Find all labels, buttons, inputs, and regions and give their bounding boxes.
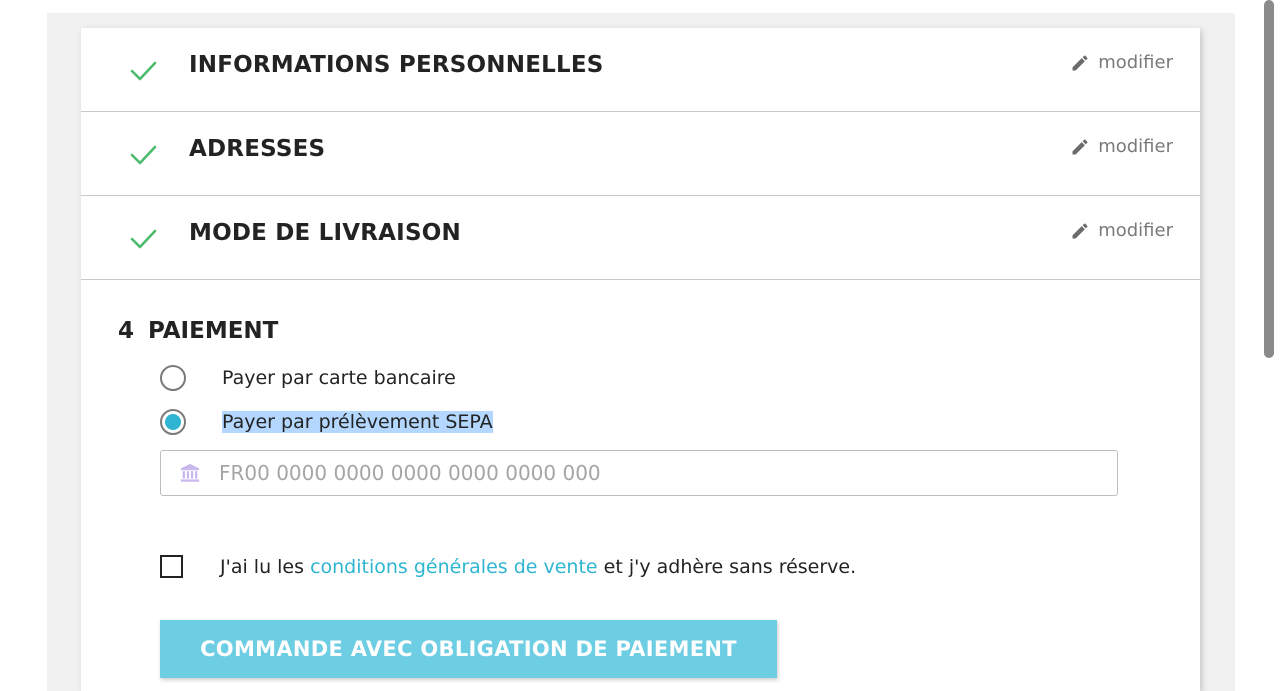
bank-icon	[180, 463, 200, 482]
payment-option-label: Payer par carte bancaire	[222, 367, 456, 389]
payment-option-label: Payer par prélèvement SEPA	[222, 411, 493, 433]
step-number: 4	[118, 318, 135, 344]
check-icon	[130, 145, 157, 165]
payment-option-card[interactable]: Payer par carte bancaire	[160, 365, 456, 391]
check-icon	[130, 229, 157, 249]
step-title: MODE DE LIVRAISON	[189, 220, 461, 246]
order-submit-button[interactable]: COMMANDE AVEC OBLIGATION DE PAIEMENT	[160, 620, 777, 678]
check-icon	[130, 61, 157, 81]
terms-checkbox[interactable]	[160, 555, 183, 578]
radio-card[interactable]	[160, 365, 186, 391]
edit-shipping-button[interactable]: modifier	[1070, 220, 1173, 241]
edit-label: modifier	[1098, 136, 1173, 157]
pencil-icon	[1072, 222, 1088, 238]
checkout-card: INFORMATIONS PERSONNELLES modifier ADRES…	[81, 28, 1200, 691]
step-title: INFORMATIONS PERSONNELLES	[189, 52, 604, 78]
terms-row: J'ai lu les conditions générales de vent…	[160, 555, 856, 578]
step-title: PAIEMENT	[148, 318, 279, 344]
edit-addresses-button[interactable]: modifier	[1070, 136, 1173, 157]
step-addresses: ADRESSES modifier	[81, 112, 1200, 196]
terms-text: J'ai lu les conditions générales de vent…	[220, 556, 856, 578]
edit-label: modifier	[1098, 52, 1173, 73]
pencil-icon	[1072, 54, 1088, 70]
edit-label: modifier	[1098, 220, 1173, 241]
iban-field[interactable]	[160, 450, 1118, 496]
scrollbar-thumb[interactable]	[1264, 0, 1274, 358]
step-shipping-method: MODE DE LIVRAISON modifier	[81, 196, 1200, 280]
iban-input[interactable]	[217, 460, 1101, 486]
edit-personal-info-button[interactable]: modifier	[1070, 52, 1173, 73]
terms-prefix: J'ai lu les	[220, 555, 311, 578]
payment-heading: 4 PAIEMENT	[118, 318, 278, 344]
step-title: ADRESSES	[189, 136, 326, 162]
pencil-icon	[1072, 138, 1088, 154]
step-personal-info: INFORMATIONS PERSONNELLES modifier	[81, 28, 1200, 112]
payment-option-sepa[interactable]: Payer par prélèvement SEPA	[160, 409, 493, 435]
terms-link[interactable]: conditions générales de vente	[310, 556, 598, 578]
radio-sepa[interactable]	[160, 409, 186, 435]
terms-suffix: et j'y adhère sans réserve.	[597, 555, 857, 578]
